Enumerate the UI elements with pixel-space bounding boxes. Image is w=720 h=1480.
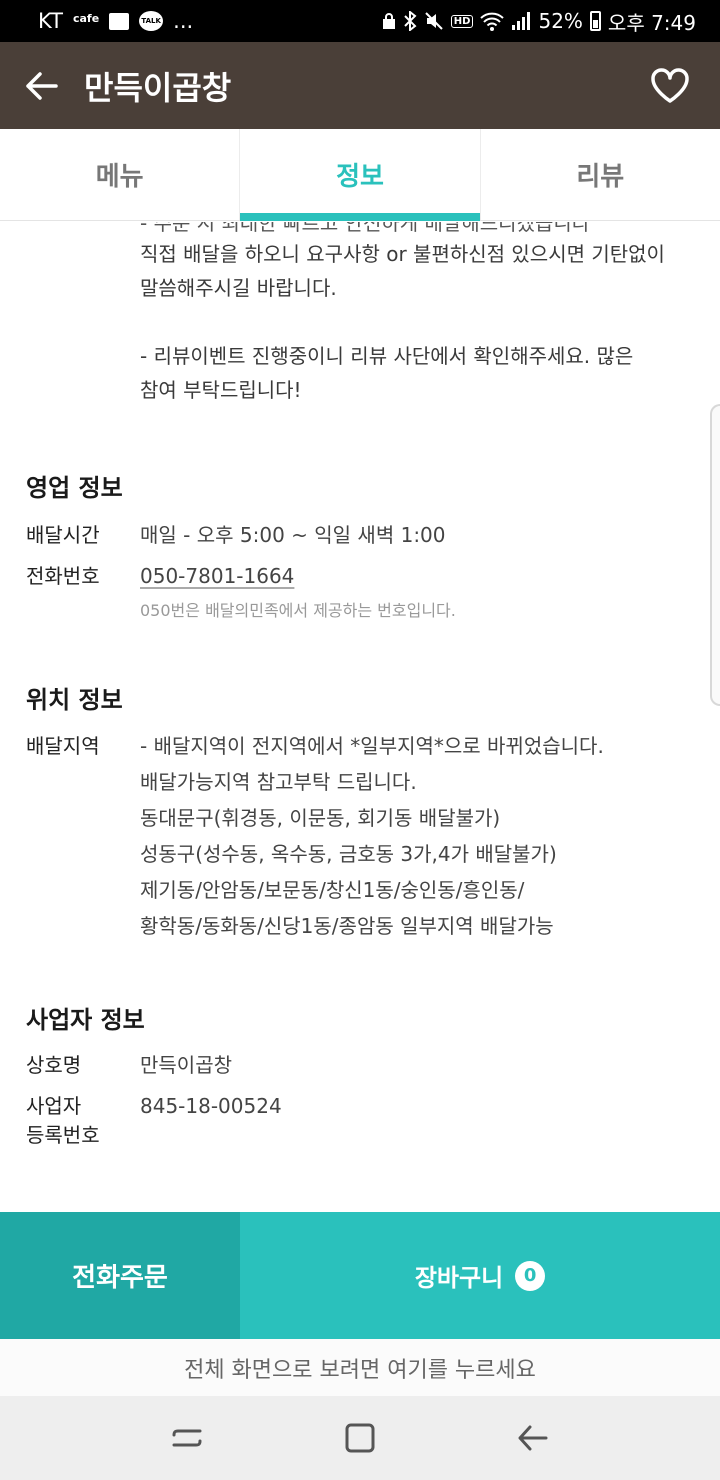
cafe-badge: cafe <box>72 11 100 25</box>
lock-icon <box>382 13 395 29</box>
edge-panel-handle[interactable] <box>710 404 720 706</box>
delivery-hours-label: 배달시간 <box>26 523 100 547</box>
tab-reviews[interactable]: 리뷰 <box>481 129 720 220</box>
status-bar: KT cafe TALK ... HD 52% 오후 7:49 <box>0 0 720 42</box>
mute-icon <box>425 12 443 30</box>
registration-label-line1: 사업자 <box>26 1094 82 1118</box>
registration-label-line2: 등록번호 <box>26 1123 100 1147</box>
delivery-area-line: 성동구(성수동, 옥수동, 금호동 3가,4가 배달불가) <box>140 842 557 866</box>
cart-count-badge: 0 <box>515 1260 546 1291</box>
cart-button[interactable]: 장바구니 0 <box>240 1212 720 1339</box>
system-nav-bar <box>0 1396 720 1480</box>
delivery-area-line: 황학동/동화동/신당1동/종암동 일부지역 배달가능 <box>140 914 554 938</box>
business-name-value: 만득이곱창 <box>140 1053 232 1077</box>
owner-notice: 직접 배달을 하오니 요구사항 or 불편하신점 있으시면 기탄없이 말씀해주시… <box>140 237 700 407</box>
bluetooth-icon <box>404 11 417 31</box>
home-button[interactable] <box>330 1408 390 1468</box>
arrow-left-icon <box>26 71 58 100</box>
notice-line: 직접 배달을 하오니 요구사항 or 불편하신점 있으시면 기탄없이 <box>140 242 665 266</box>
location-title: 위치 정보 <box>26 686 123 714</box>
battery-icon <box>589 11 601 31</box>
wifi-icon <box>480 12 505 31</box>
hd-voice-icon: HD <box>450 14 474 28</box>
fullscreen-hint[interactable]: 전체 화면으로 보려면 여기를 누르세요 <box>0 1339 720 1396</box>
clock: 오후 7:49 <box>607 10 696 35</box>
delivery-hours-value: 매일 - 오후 5:00 ~ 익일 새벽 1:00 <box>140 523 446 547</box>
info-content[interactable]: - 주문 시 최대한 빠르고 안전하게 배달해드리겠습니다 직접 배달을 하오니… <box>0 222 720 1212</box>
message-icon <box>109 12 130 30</box>
carrier-label: KT <box>38 9 63 33</box>
delivery-area-list: - 배달지역이 전지역에서 *일부지역*으로 바뀌었습니다. 배달가능지역 참고… <box>140 728 604 944</box>
phone-note: 050번은 배달의민족에서 제공하는 번호입니다. <box>140 601 456 620</box>
kakaotalk-icon: TALK <box>139 11 164 31</box>
heart-icon <box>651 68 689 103</box>
business-hours-title: 영업 정보 <box>26 474 123 502</box>
registration-number: 845-18-00524 <box>140 1094 282 1118</box>
back-button[interactable] <box>0 42 84 129</box>
delivery-area-line: 제기동/안암동/보문동/창신1동/숭인동/흥인동/ <box>140 878 525 902</box>
business-name-label: 상호명 <box>26 1053 82 1077</box>
business-info-title: 사업자 정보 <box>26 1006 145 1034</box>
more-notifications-icon: ... <box>173 9 194 33</box>
battery-percent: 52% <box>538 9 583 33</box>
phone-number-link[interactable]: 050-7801-1664 <box>140 561 294 591</box>
cart-label: 장바구니 <box>414 1264 504 1292</box>
delivery-area-label: 배달지역 <box>26 734 100 758</box>
phone-label: 전화번호 <box>26 564 100 588</box>
status-left: KT cafe TALK ... <box>38 9 193 33</box>
phone-order-button[interactable]: 전화주문 <box>0 1212 240 1339</box>
delivery-area-line: 동대문구(휘경동, 이문동, 회기동 배달불가) <box>140 806 501 830</box>
app-bar: 만득이곱창 <box>0 42 720 129</box>
tab-bar: 메뉴 정보 리뷰 <box>0 129 720 221</box>
notice-line: 말씀해주시길 바랍니다. <box>140 276 337 300</box>
system-back-button[interactable] <box>503 1408 563 1468</box>
favorite-button[interactable] <box>638 54 702 118</box>
back-arrow-icon <box>518 1425 548 1451</box>
delivery-area-line: - 배달지역이 전지역에서 *일부지역*으로 바뀌었습니다. <box>140 734 604 758</box>
notice-line: 참여 부탁드립니다! <box>140 378 302 402</box>
page-title: 만득이곱창 <box>84 68 232 107</box>
recent-apps-button[interactable] <box>157 1408 217 1468</box>
signal-icon <box>512 12 531 30</box>
tab-menu[interactable]: 메뉴 <box>0 129 241 220</box>
delivery-area-line: 배달가능지역 참고부탁 드립니다. <box>140 770 417 794</box>
order-action-bar: 전화주문 장바구니 0 <box>0 1212 720 1339</box>
notice-line: - 리뷰이벤트 진행중이니 리뷰 사단에서 확인해주세요. 많은 <box>140 344 634 368</box>
tab-info[interactable]: 정보 <box>240 129 481 221</box>
home-icon <box>345 1423 375 1453</box>
status-right: HD 52% 오후 7:49 <box>382 7 696 36</box>
recent-apps-icon <box>172 1429 202 1447</box>
